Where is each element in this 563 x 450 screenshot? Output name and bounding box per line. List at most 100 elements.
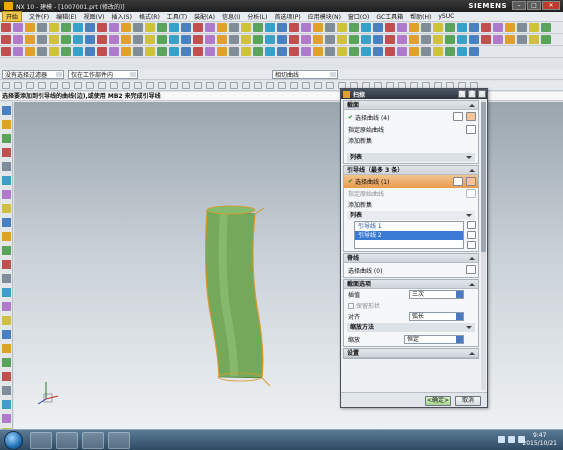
snap-point-icon[interactable] [170,82,178,89]
toolbar-tool-icon[interactable] [157,23,167,32]
type-filter-dropdown[interactable]: 没有选择过滤器 [2,69,64,79]
toolbar-tool-icon[interactable] [229,35,239,44]
toolbar-tool-icon[interactable] [457,47,467,56]
toolbar-tool-icon[interactable] [289,47,299,56]
toolbar-tool-icon[interactable] [385,47,395,56]
toolbar-tool-icon[interactable] [337,35,347,44]
start-button[interactable] [4,431,23,450]
toolbar-tool-icon[interactable] [325,23,335,32]
toolbar-tool-icon[interactable] [193,47,203,56]
toolbar-tool-icon[interactable] [217,47,227,56]
add-new-set-row[interactable]: 添加新集 [344,135,478,146]
guide-add-set-row[interactable]: 添加新集 [344,199,478,210]
toolbar-tool-icon[interactable] [253,35,263,44]
toolbar-tool-icon[interactable] [481,23,491,32]
snap-point-icon[interactable] [14,82,22,89]
curve-rule-dropdown[interactable]: 相切曲线 [272,69,338,79]
toolbar-tool-icon[interactable] [97,47,107,56]
toolbar-tool-icon[interactable] [445,35,455,44]
toolbar-tool-icon[interactable] [265,47,275,56]
menu-window[interactable]: 窗口(O) [348,12,369,21]
toolbar-tool-icon[interactable] [49,23,59,32]
toolbar-tool-icon[interactable] [457,23,467,32]
toolbar-tool-icon[interactable] [277,35,287,44]
snap-point-icon[interactable] [242,82,250,89]
settings-header[interactable]: 设置 [344,349,478,358]
resource-tab-icon[interactable] [2,372,11,381]
toolbar-tool-icon[interactable] [229,47,239,56]
section-group-header[interactable]: 截面 [344,101,478,110]
guide-list-item-selected[interactable]: 引导线 2 [355,231,463,240]
toolbar-tool-icon[interactable] [133,47,143,56]
guide-origin-row[interactable]: 指定原始曲线 [344,188,478,199]
toolbar-tool-icon[interactable] [325,47,335,56]
toolbar-tool-icon[interactable] [505,23,515,32]
toolbar-tool-icon[interactable] [217,23,227,32]
toolbar-tool-icon[interactable] [157,35,167,44]
toolbar-tool-icon[interactable] [397,35,407,44]
resource-tab-icon[interactable] [2,414,11,423]
toolbar-tool-icon[interactable] [493,35,503,44]
toolbar-tool-icon[interactable] [433,35,443,44]
snap-point-icon[interactable] [110,82,118,89]
snap-point-icon[interactable] [290,82,298,89]
toolbar-tool-icon[interactable] [361,35,371,44]
toolbar-tool-icon[interactable] [205,47,215,56]
toolbar-tool-icon[interactable] [85,47,95,56]
toolbar-tool-icon[interactable] [301,47,311,56]
menu-analysis[interactable]: 分析(L) [247,12,267,21]
toolbar-tool-icon[interactable] [109,47,119,56]
toolbar-tool-icon[interactable] [421,23,431,32]
toolbar-tool-icon[interactable] [85,23,95,32]
snap-point-icon[interactable] [146,82,154,89]
taskbar-app-explorer[interactable] [82,432,104,449]
snap-point-icon[interactable] [182,82,190,89]
speaker-icon[interactable] [498,436,505,443]
guide-select-curve-row[interactable]: ✔ 选择曲线 (1) [344,175,478,188]
deselect-icon[interactable] [453,177,463,186]
taskbar-clock[interactable]: 9:47 2015/10/21 [522,432,557,448]
ok-button[interactable]: <确定> [425,396,451,406]
toolbar-tool-icon[interactable] [181,47,191,56]
toolbar-tool-icon[interactable] [85,35,95,44]
toolbar-tool-icon[interactable] [349,47,359,56]
toolbar-tool-icon[interactable] [61,35,71,44]
toolbar-tool-icon[interactable] [241,23,251,32]
curve-select-icon[interactable] [466,265,476,274]
toolbar-tool-icon[interactable] [145,47,155,56]
toolbar-tool-icon[interactable] [37,47,47,56]
toolbar-tool-icon[interactable] [493,23,503,32]
menu-assembly[interactable]: 装配(A) [194,12,215,21]
toolbar-tool-icon[interactable] [421,35,431,44]
toolbar-tool-icon[interactable] [313,35,323,44]
resource-tab-icon[interactable] [2,204,11,213]
toolbar-tool-icon[interactable] [1,35,11,44]
toolbar-tool-icon[interactable] [145,35,155,44]
toolbar-tool-icon[interactable] [469,35,479,44]
section-select-curve-row[interactable]: ✔ 选择曲线 (4) [344,110,478,124]
resource-tab-icon[interactable] [2,344,11,353]
toolbar-tool-icon[interactable] [73,47,83,56]
toolbar-tool-icon[interactable] [469,47,479,56]
resource-tab-icon[interactable] [2,330,11,339]
toolbar-tool-icon[interactable] [349,23,359,32]
curve-select-icon[interactable] [466,177,476,186]
toolbar-tool-icon[interactable] [385,23,395,32]
dialog-reset-button[interactable]: ↻ [458,90,466,98]
resource-tab-icon[interactable] [2,148,11,157]
scaling-method-toggle[interactable]: 缩放方法 [347,323,475,332]
network-icon[interactable] [508,436,515,443]
toolbar-tool-icon[interactable] [385,35,395,44]
snap-point-icon[interactable] [326,82,334,89]
toolbar-tool-icon[interactable] [121,23,131,32]
specify-origin-row[interactable]: 指定原始曲线 [344,124,478,135]
taskbar-app-paint[interactable] [108,432,130,449]
toolbar-tool-icon[interactable] [13,35,23,44]
toolbar-tool-icon[interactable] [265,23,275,32]
toolbar-tool-icon[interactable] [157,47,167,56]
toolbar-tool-icon[interactable] [133,35,143,44]
toolbar-tool-icon[interactable] [193,23,203,32]
toolbar-tool-icon[interactable] [529,23,539,32]
menu-preferences[interactable]: 首选项(P) [274,12,300,21]
toolbar-tool-icon[interactable] [313,23,323,32]
